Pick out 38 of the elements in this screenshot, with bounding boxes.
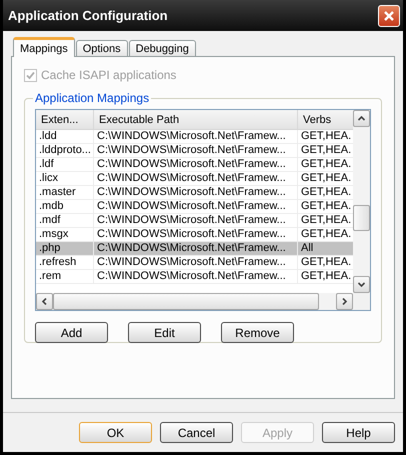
dialog-button[interactable]: Cancel (160, 422, 233, 443)
table-row[interactable]: .php C:\WINDOWS\Microsoft.Net\Framew... All (36, 242, 353, 256)
tab[interactable]: Options (76, 40, 128, 57)
scroll-thumb[interactable] (353, 205, 370, 231)
checkbox-label: Cache ISAPI applications (41, 68, 176, 82)
horizontal-scrollbar[interactable] (36, 293, 353, 310)
list-button[interactable]: Add (35, 322, 108, 343)
list-button[interactable]: Edit (128, 322, 201, 343)
tab[interactable]: Debugging (128, 40, 196, 57)
scroll-thumb[interactable] (53, 293, 319, 310)
close-icon (383, 10, 395, 22)
table-row[interactable]: .mdb C:\WINDOWS\Microsoft.Net\Framew... GET,HEA. (36, 200, 353, 214)
scroll-down-button[interactable] (353, 276, 370, 293)
list-button[interactable]: Remove (221, 322, 294, 343)
table-cell: .rem (36, 270, 94, 284)
table-row[interactable]: .lddproto... C:\WINDOWS\Microsoft.Net\Framew... GET,HEA. (36, 144, 353, 158)
window-title: Application Configuration (8, 8, 168, 23)
scroll-left-button[interactable] (36, 293, 53, 310)
table-row[interactable]: .licx C:\WINDOWS\Microsoft.Net\Framew... GET,HEA. (36, 172, 353, 186)
table-row[interactable]: .msgx C:\WINDOWS\Microsoft.Net\Framew... GET,HEA. (36, 228, 353, 242)
column-header[interactable]: Exten... (36, 110, 94, 129)
table-row[interactable]: .ldf C:\WINDOWS\Microsoft.Net\Framew... GET,HEA. (36, 158, 353, 172)
group-title: Application Mappings (34, 91, 150, 105)
scrollbar-corner (353, 293, 370, 310)
table-row[interactable]: .mdf C:\WINDOWS\Microsoft.Net\Framew... GET,HEA. (36, 214, 353, 228)
table-row[interactable]: .ldd C:\WINDOWS\Microsoft.Net\Framew... GET,HEA. (36, 130, 353, 144)
column-header[interactable]: Executable Path (94, 110, 298, 129)
dialog-button[interactable]: OK (79, 422, 152, 443)
tab[interactable]: Mappings (13, 37, 75, 57)
scroll-up-button[interactable] (353, 110, 370, 127)
vertical-scrollbar[interactable] (353, 110, 370, 293)
table-row[interactable]: .master C:\WINDOWS\Microsoft.Net\Framew... GET,HEA. (36, 186, 353, 200)
scroll-right-button[interactable] (336, 293, 353, 310)
dialog-button[interactable]: Help (322, 422, 395, 443)
table-row[interactable]: .refresh C:\WINDOWS\Microsoft.Net\Framew... GET,HEA. (36, 256, 353, 270)
table-cell: C:\WINDOWS\Microsoft.Net\Framew... (94, 270, 298, 284)
table-row[interactable]: .rem C:\WINDOWS\Microsoft.Net\Framew... GET,HEA. (36, 270, 353, 284)
close-button[interactable] (378, 4, 400, 26)
